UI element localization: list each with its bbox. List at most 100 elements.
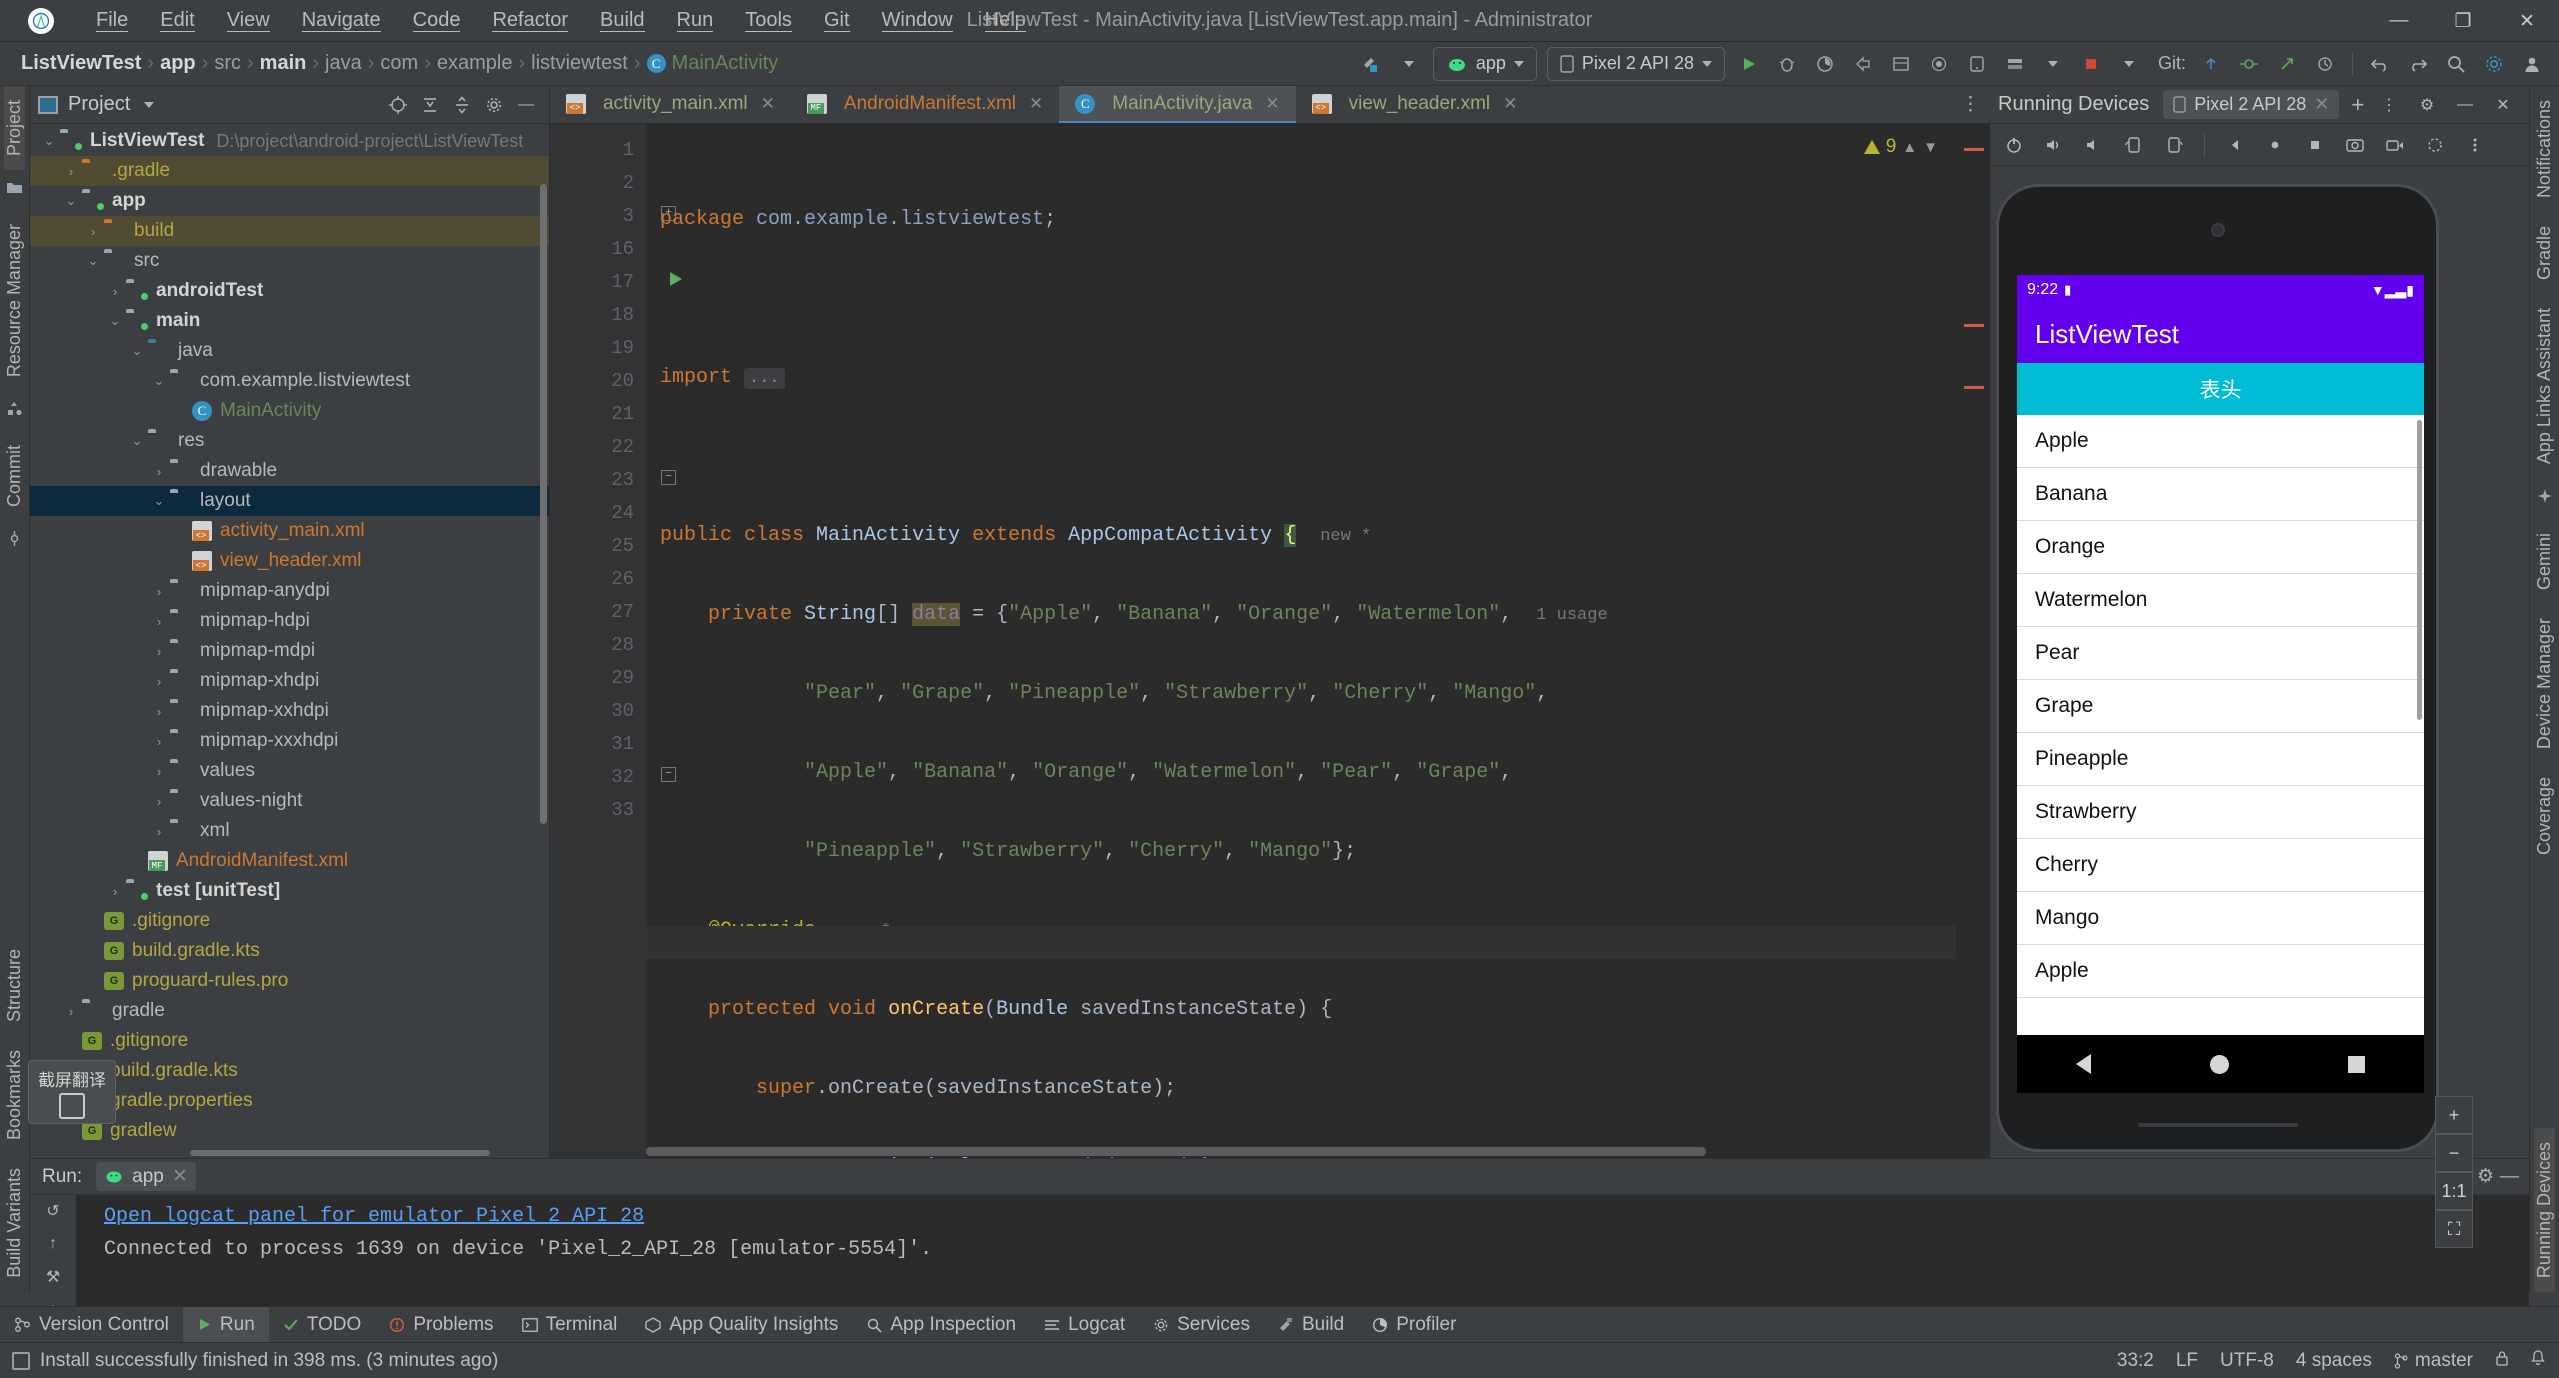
event-log-icon[interactable] [12, 1351, 30, 1370]
tree-node-mipmap-hdpi[interactable]: › mipmap-hdpi [30, 606, 549, 636]
tree-node-view-header-xml[interactable]: <> view_header.xml [30, 546, 549, 576]
tree-node-gitignore[interactable]: G .gitignore [30, 906, 549, 936]
sidebar-item-bookmarks[interactable]: Bookmarks [4, 1036, 25, 1154]
sidebar-item-build-variants[interactable]: Build Variants [4, 1154, 25, 1292]
chevron-down-icon[interactable]: ⌄ [38, 133, 60, 149]
breadcrumb-app[interactable]: app [157, 52, 199, 75]
rotate-right-icon[interactable] [2156, 129, 2192, 161]
tree-node-gitignore[interactable]: G .gitignore [30, 1026, 549, 1056]
git-push-icon[interactable] [2268, 46, 2306, 82]
search-everywhere-chevron-icon[interactable] [2034, 46, 2072, 82]
chevron-right-icon[interactable]: › [148, 734, 170, 749]
menu-run[interactable]: Run [661, 5, 730, 36]
tree-node-activity-main-xml[interactable]: <> activity_main.xml [30, 516, 549, 546]
list-item[interactable]: Strawberry [2017, 786, 2424, 839]
device-file-explorer-button[interactable] [1920, 46, 1958, 82]
redo-icon[interactable] [2399, 46, 2437, 82]
chevron-right-icon[interactable]: › [60, 164, 82, 179]
device-hide-icon[interactable]: ✕ [2485, 89, 2521, 121]
chevron-down-icon[interactable]: ⌄ [104, 313, 126, 329]
chevron-down-icon[interactable]: ⌄ [60, 193, 82, 209]
emulator-screen[interactable]: 9:22 ▮ ▼▂▃▮ ListViewTest 表头 Apple Banana… [2017, 275, 2424, 1035]
volume-down-icon[interactable] [2076, 129, 2112, 161]
sidebar-item-gradle[interactable]: Gradle [2534, 212, 2555, 294]
sidebar-item-running-devices[interactable]: Running Devices [2534, 1127, 2555, 1292]
list-item[interactable]: Apple [2017, 415, 2424, 468]
logcat-link[interactable]: Open logcat panel for emulator Pixel 2 A… [104, 1205, 2529, 1228]
emulator-more-icon[interactable] [2417, 129, 2453, 161]
emulator-overview-icon[interactable] [2297, 129, 2333, 161]
tree-node-drawable[interactable]: › drawable [30, 456, 549, 486]
chevron-right-icon[interactable]: › [148, 644, 170, 659]
volume-up-icon[interactable] [2036, 129, 2072, 161]
tree-node-app[interactable]: ⌄ app [30, 186, 549, 216]
sidebar-item-coverage[interactable]: Coverage [2534, 763, 2555, 869]
collapse-all-icon[interactable] [447, 91, 477, 119]
list-item[interactable]: Apple [2017, 945, 2424, 998]
run-configuration-selector[interactable]: app [1432, 46, 1537, 81]
list-item[interactable]: Pineapple [2017, 733, 2424, 786]
tree-node-xml[interactable]: › xml [30, 816, 549, 846]
chevron-down-icon[interactable]: ⌄ [148, 373, 170, 389]
structure-nodes-icon[interactable] [6, 401, 23, 421]
bottom-item-run[interactable]: Run [182, 1306, 269, 1343]
screenshot-icon[interactable] [2337, 129, 2373, 161]
tree-node-proguard-rules-pro[interactable]: Gproguard-rules.pro [30, 966, 549, 996]
rerun-icon[interactable]: ↺ [46, 1201, 59, 1221]
menu-git[interactable]: Git [808, 5, 866, 36]
close-icon[interactable]: ✕ [2314, 94, 2329, 115]
menu-help[interactable]: Help [969, 5, 1042, 36]
scroll-up-icon[interactable]: ↑ [49, 1235, 57, 1253]
gemini-spark-icon[interactable] [2537, 488, 2553, 509]
breadcrumb-com[interactable]: com [377, 52, 421, 75]
select-opened-file-icon[interactable] [383, 91, 413, 119]
caret-position[interactable]: 33:2 [2117, 1350, 2154, 1372]
breadcrumb-listviewtest-pkg[interactable]: listviewtest [528, 52, 631, 75]
expand-all-icon[interactable] [415, 91, 445, 119]
emulator-home-icon[interactable] [2257, 129, 2293, 161]
sidebar-item-project[interactable]: Project [4, 86, 25, 171]
nav-back-icon[interactable] [2076, 1054, 2092, 1074]
apply-changes-button[interactable] [1844, 46, 1882, 82]
chevron-down-icon[interactable]: ⌄ [126, 343, 148, 359]
emulator-extended-controls-icon[interactable] [2457, 129, 2493, 161]
list-item[interactable]: Watermelon [2017, 574, 2424, 627]
error-stripe-gutter[interactable] [1956, 124, 1990, 1158]
project-settings-gear-icon[interactable] [479, 91, 509, 119]
menu-build[interactable]: Build [584, 5, 660, 36]
nav-home-icon[interactable] [2209, 1054, 2229, 1074]
line-separator[interactable]: LF [2176, 1350, 2198, 1372]
git-branch-status[interactable]: master [2394, 1350, 2473, 1372]
chevron-right-icon[interactable]: › [148, 584, 170, 599]
chevron-right-icon[interactable]: › [148, 764, 170, 779]
emulator-stage[interactable]: 9:22 ▮ ▼▂▃▮ ListViewTest 表头 Apple Banana… [1990, 166, 2529, 1248]
tree-node-androidmanifest-xml[interactable]: MF AndroidManifest.xml [30, 846, 549, 876]
list-item[interactable]: Orange [2017, 521, 2424, 574]
bottom-item-todo[interactable]: TODO [269, 1307, 376, 1343]
sidebar-item-device-manager[interactable]: Device Manager [2534, 604, 2555, 763]
device-selector[interactable]: Pixel 2 API 28 [1546, 46, 1725, 81]
chevron-right-icon[interactable]: › [148, 464, 170, 479]
layout-inspector-button[interactable] [1882, 46, 1920, 82]
chevron-right-icon[interactable]: › [60, 1004, 82, 1019]
list-item[interactable]: Pear [2017, 627, 2424, 680]
chevron-down-icon[interactable]: ⌄ [148, 493, 170, 509]
run-tab-app[interactable]: app ✕ [96, 1162, 196, 1191]
git-update-icon[interactable] [2192, 46, 2230, 82]
tree-node-src[interactable]: ⌄ src [30, 246, 549, 276]
zoom-out-button[interactable]: − [2435, 1134, 2473, 1172]
tree-node-layout[interactable]: ⌄ layout [30, 486, 549, 516]
tree-node-mipmap-mdpi[interactable]: › mipmap-mdpi [30, 636, 549, 666]
sidebar-item-app-links-assistant[interactable]: App Links Assistant [2534, 294, 2555, 478]
project-tree[interactable]: ⌄ ListViewTest D:\project\android-project\… [30, 124, 549, 1158]
tree-node-androidtest[interactable]: › androidTest [30, 276, 549, 306]
chevron-right-icon[interactable]: › [104, 284, 126, 299]
emulator-back-icon[interactable] [2217, 129, 2253, 161]
close-button[interactable]: ✕ [2495, 0, 2559, 42]
breadcrumb-example[interactable]: example [434, 52, 516, 75]
sidebar-item-commit[interactable]: Commit [4, 431, 25, 521]
device-settings-gear-icon[interactable]: ⚙ [2409, 89, 2445, 121]
screen-record-icon[interactable] [2377, 129, 2413, 161]
project-view-chevron-down-icon[interactable] [144, 101, 155, 108]
bottom-item-app-quality-insights[interactable]: App Quality Insights [631, 1307, 852, 1343]
